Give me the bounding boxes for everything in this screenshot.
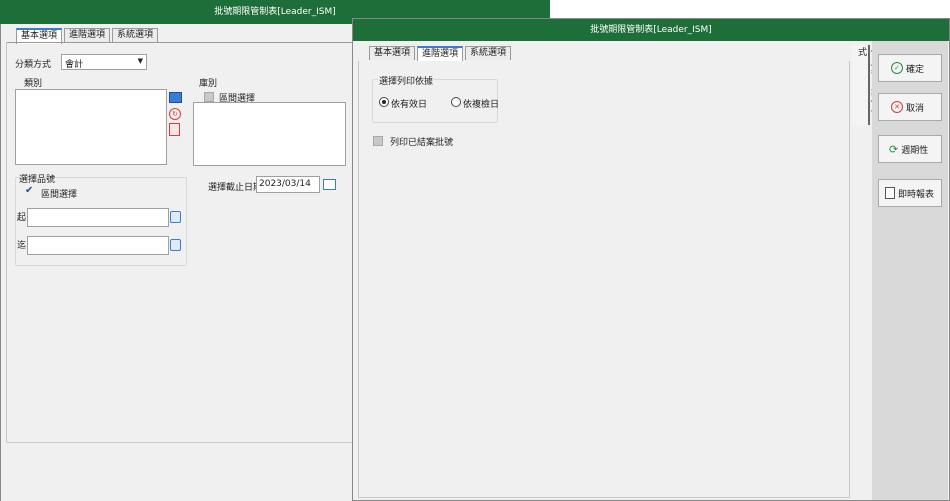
radio-expiry-label: 依有效日 <box>391 100 428 110</box>
front-content-panel <box>358 61 850 498</box>
checkmark-icon: ✔ <box>25 185 34 196</box>
print-closed-checkbox[interactable] <box>373 136 383 146</box>
date-input[interactable]: 2023/03/14 <box>256 176 320 193</box>
back-window-title: 批號期限管制表[Leader_ISM] <box>214 7 336 17</box>
front-tab-system[interactable]: 系統選項 <box>465 46 512 60</box>
clock-icon[interactable]: ↻ <box>169 108 181 120</box>
calendar-icon[interactable] <box>169 92 182 103</box>
front-tab-advanced[interactable]: 進階選項 <box>417 46 464 62</box>
date-value: 2023/03/14 <box>259 179 311 189</box>
document-search-icon <box>885 187 895 199</box>
front-tab-strip: 基本選項 進階選項 系統選項 <box>369 46 512 62</box>
radio-recheck-label: 依複檢日 <box>463 100 500 110</box>
cancel-circle-icon: ✕ <box>891 101 903 113</box>
report-button[interactable]: 即時報表 <box>878 179 942 207</box>
hexagon-lookup-icon[interactable] <box>170 211 181 223</box>
radio-recheck-date[interactable] <box>451 97 461 107</box>
hexagon-lookup-icon[interactable] <box>170 239 181 251</box>
classify-label: 分類方式 <box>15 60 52 70</box>
confirm-label: 確定 <box>906 64 925 75</box>
custom-condition-tab[interactable]: 使用者自訂條件式 <box>852 45 879 125</box>
category-list[interactable] <box>15 89 167 165</box>
cancel-button[interactable]: ✕ 取消 <box>878 93 942 121</box>
warehouse-range-checkbox[interactable] <box>204 92 214 102</box>
category-label: 類別 <box>24 79 43 89</box>
print-closed-label: 列印已結案批號 <box>390 138 454 148</box>
classify-value: 會計 <box>65 60 84 70</box>
calendar-picker-icon[interactable] <box>323 179 336 190</box>
product-group-label: 選擇品號 <box>19 175 56 185</box>
chevron-down-icon: ▼ <box>137 57 143 65</box>
cycle-button[interactable]: ⟳ 週期性 <box>878 135 942 163</box>
cycle-label: 週期性 <box>901 145 929 156</box>
from-label: 起 <box>17 213 27 223</box>
date-label: 選擇截止日期 <box>208 183 263 193</box>
product-to-input[interactable] <box>27 236 169 255</box>
warehouse-list[interactable] <box>193 102 346 166</box>
front-window-titlebar: 批號期限管制表[Leader_ISM] <box>353 19 949 41</box>
front-window-title: 批號期限管制表[Leader_ISM] <box>590 25 712 35</box>
report-label: 即時報表 <box>898 189 935 200</box>
print-basis-label: 選擇列印依據 <box>378 74 435 87</box>
back-tab-system[interactable]: 系統選項 <box>112 28 159 42</box>
trash-icon[interactable] <box>169 123 180 136</box>
product-from-input[interactable] <box>27 208 169 227</box>
refresh-icon: ⟳ <box>889 142 899 156</box>
check-circle-icon: ✓ <box>891 62 903 74</box>
to-label: 迄 <box>17 241 27 251</box>
classify-select[interactable]: 會計 ▼ <box>61 54 147 70</box>
cancel-label: 取消 <box>906 103 925 114</box>
product-range-label: 區間選擇 <box>41 190 78 200</box>
back-tab-advanced[interactable]: 進階選項 <box>64 28 111 42</box>
front-tab-basic[interactable]: 基本選項 <box>369 46 416 60</box>
confirm-button[interactable]: ✓ 確定 <box>878 54 942 82</box>
radio-expiry-date[interactable] <box>379 97 389 107</box>
warehouse-label: 庫別 <box>199 79 218 89</box>
